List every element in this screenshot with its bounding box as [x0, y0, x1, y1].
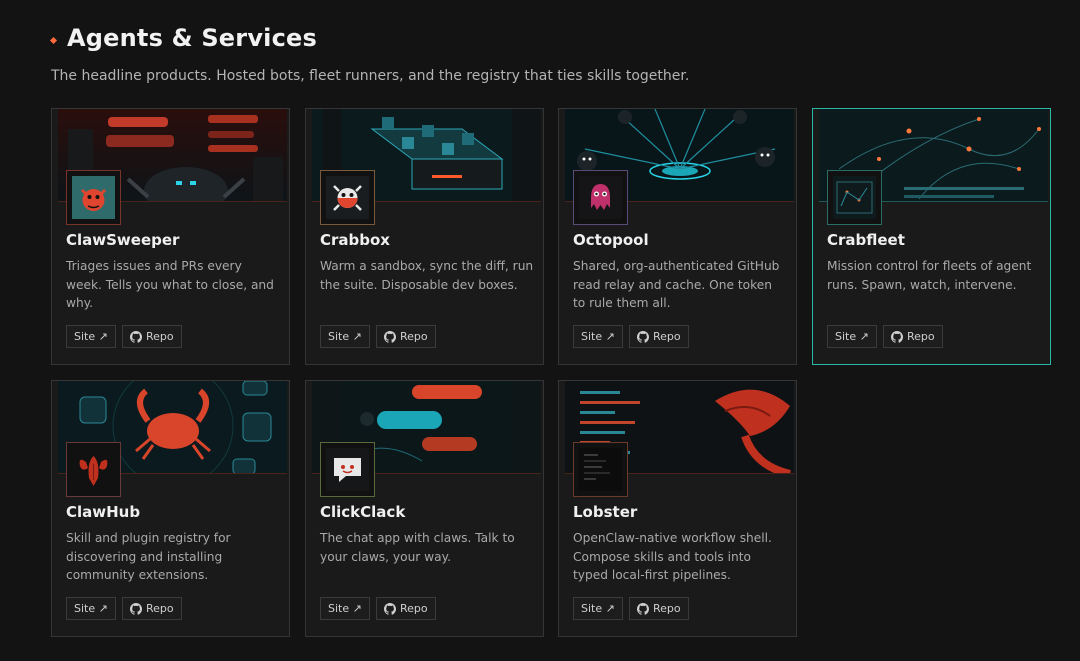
card-description: Skill and plugin registry for discoverin… [66, 531, 231, 582]
lobster-icon [66, 442, 121, 497]
repo-link-button[interactable]: Repo [883, 325, 943, 348]
card-description: Triages issues and PRs every week. Tells… [66, 259, 274, 310]
card-clickclack: ClickClack The chat app with claws. Talk… [305, 380, 544, 637]
card-title: ClawHub [66, 503, 141, 521]
octopus-icon [573, 170, 628, 225]
card-title: ClickClack [320, 503, 406, 521]
repo-label: Repo [146, 602, 174, 615]
github-icon [637, 602, 649, 615]
site-label: Site ↗ [835, 330, 869, 343]
github-icon [384, 602, 396, 615]
site-link-button[interactable]: Site ↗ [66, 597, 116, 620]
site-link-button[interactable]: Site ↗ [573, 597, 623, 620]
github-icon [637, 330, 649, 343]
repo-link-button[interactable]: Repo [629, 325, 689, 348]
card-clawhub: ClawHub Skill and plugin registry for di… [51, 380, 290, 637]
repo-label: Repo [400, 602, 428, 615]
repo-link-button[interactable]: Repo [629, 597, 689, 620]
repo-label: Repo [400, 330, 428, 343]
card-lobster: Lobster OpenClaw-native workflow shell. … [558, 380, 797, 637]
github-icon [384, 330, 396, 343]
site-link-button[interactable]: Site ↗ [320, 597, 370, 620]
github-icon [130, 602, 142, 615]
card-title: Crabbox [320, 231, 390, 249]
repo-link-button[interactable]: Repo [122, 325, 182, 348]
card-clawsweeper: ClawSweeper Triages issues and PRs every… [51, 108, 290, 365]
repo-link-button[interactable]: Repo [376, 325, 436, 348]
card-octopool: Octopool Shared, org-authenticated GitHu… [558, 108, 797, 365]
card-title: Octopool [573, 231, 649, 249]
card-title: Crabfleet [827, 231, 905, 249]
repo-link-button[interactable]: Repo [376, 597, 436, 620]
card-description: Mission control for fleets of agent runs… [827, 259, 1032, 292]
crab-face-icon [320, 170, 375, 225]
repo-label: Repo [653, 330, 681, 343]
section-subtitle: The headline products. Hosted bots, flee… [51, 68, 690, 84]
card-title: ClawSweeper [66, 231, 180, 249]
site-label: Site ↗ [328, 602, 362, 615]
card-description: Warm a sandbox, sync the diff, run the s… [320, 259, 534, 292]
section-title: Agents & Services [67, 24, 317, 52]
site-label: Site ↗ [581, 330, 615, 343]
card-description: The chat app with claws. Talk to your cl… [320, 531, 515, 564]
card-crabfleet: Crabfleet Mission control for fleets of … [812, 108, 1051, 365]
github-icon [891, 330, 903, 343]
github-icon [130, 330, 142, 343]
repo-label: Repo [653, 602, 681, 615]
card-description: Shared, org-authenticated GitHub read re… [573, 259, 780, 310]
site-link-button[interactable]: Site ↗ [573, 325, 623, 348]
card-crabbox: Crabbox Warm a sandbox, sync the diff, r… [305, 108, 544, 365]
card-description: OpenClaw-native workflow shell. Compose … [573, 531, 772, 582]
site-label: Site ↗ [581, 602, 615, 615]
site-label: Site ↗ [74, 330, 108, 343]
chat-crab-icon [320, 442, 375, 497]
card-title: Lobster [573, 503, 638, 521]
section-bullet-icon [49, 36, 58, 45]
red-crab-icon [66, 170, 121, 225]
site-label: Site ↗ [74, 602, 108, 615]
site-label: Site ↗ [328, 330, 362, 343]
repo-label: Repo [907, 330, 935, 343]
dashboard-icon [827, 170, 882, 225]
repo-link-button[interactable]: Repo [122, 597, 182, 620]
site-link-button[interactable]: Site ↗ [320, 325, 370, 348]
terminal-icon [573, 442, 628, 497]
repo-label: Repo [146, 330, 174, 343]
site-link-button[interactable]: Site ↗ [66, 325, 116, 348]
site-link-button[interactable]: Site ↗ [827, 325, 877, 348]
